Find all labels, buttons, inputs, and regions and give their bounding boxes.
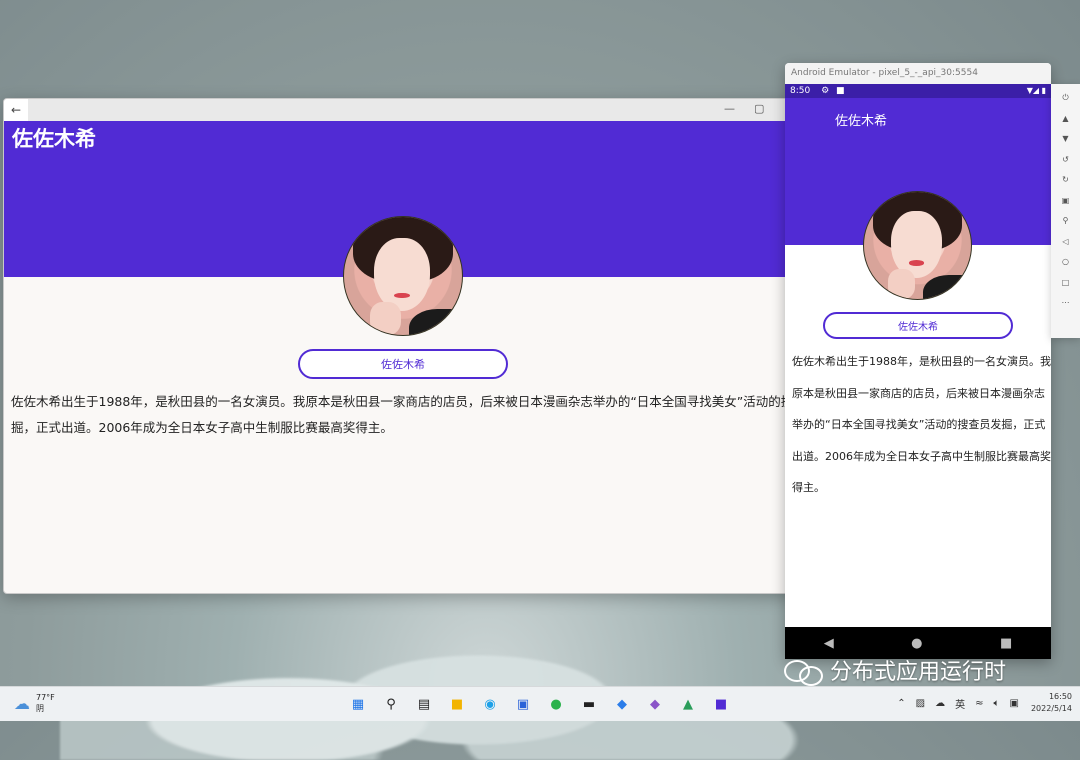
android-emulator-window: Android Emulator - pixel_5_-_api_30:5554… [785,63,1051,659]
back-icon[interactable]: ◁ [1062,232,1068,253]
back-arrow-icon[interactable]: ← [4,99,28,121]
maui-app-icon[interactable]: ■ [709,692,733,716]
back-triangle-icon[interactable]: ◀ [824,636,834,651]
minimize-icon[interactable]: — [724,102,735,115]
date: 2022/5/14 [1030,704,1072,713]
bio-line: 举办的“日本全国寻找美女”活动的搜查员发掘，正式 [792,418,1046,431]
rotate-left-icon[interactable]: ↺ [1062,150,1069,171]
clock[interactable]: 16:50 2022/5/14 [1031,691,1072,715]
emulator-bio-text: 佐佐木希出生于1988年，是秋田县的一名女演员。我 原本是秋田县一家商店的店员，… [792,346,1051,504]
store-icon[interactable]: ▣ [511,692,535,716]
bio-line: 出道。2006年成为全日本女子高中生制服比赛最高奖 [792,449,1051,463]
shield-icon[interactable]: ▨ [916,698,925,709]
maximize-icon[interactable]: ▢ [754,102,764,115]
status-time: 8:50 [790,86,811,96]
signal-battery-icons: ▼◢ ▮ [1026,86,1046,95]
more-icon[interactable]: ⋯ [1062,293,1070,314]
visual-studio-icon[interactable]: ◆ [643,692,667,716]
overview-icon[interactable]: □ [1062,273,1070,294]
home-icon[interactable]: ○ [1062,252,1069,273]
edge-icon[interactable]: ◉ [478,692,502,716]
time: 16:50 [1048,692,1072,701]
bio-text: 佐佐木希出生于1988年，是秋田县的一名女演员。我原本是秋田县一家商店的店员，后… [11,389,795,441]
volume-up-icon[interactable]: ▲ [1062,109,1068,130]
bio-line: 原本是秋田县一家商店的店员，后来被日本漫画杂志 [792,386,1045,400]
network-icon[interactable]: ▣ [1010,698,1019,709]
bio-line: 佐佐木希出生于1988年，是秋田县的一名女演员。我原本是秋田县一家商店的店员，后… [11,394,795,409]
notification-icon: ■ [836,86,845,96]
vscode-icon[interactable]: ◆ [610,692,634,716]
wifi-icon[interactable]: ≈ [975,698,983,709]
zoom-icon[interactable]: ⚲ [1063,211,1069,232]
weather-widget[interactable]: ☁ 77°F 阴 [14,692,55,714]
avatar [343,216,463,336]
ime-label[interactable]: 英 [955,696,965,711]
cloud-icon: ☁ [14,693,30,713]
status-bar: 8:50 ⚙ ■ ▼◢ ▮ [785,84,1051,98]
page-title: 佐佐木希 [12,127,96,151]
rotate-right-icon[interactable]: ↻ [1062,170,1069,191]
name-button[interactable]: 佐佐木希 [298,349,508,379]
weather-temp: 77°F [36,693,55,702]
chevron-up-icon[interactable]: ⌃ [897,698,905,709]
watermark-text: 分布式应用运行时 [830,660,1007,685]
camera-icon[interactable]: ▣ [1062,191,1070,212]
weather-desc: 阴 [36,704,44,713]
emulator-name-button[interactable]: 佐佐木希 [823,312,1013,339]
desktop-app-window: ← — ▢ 佐佐木希 佐佐木希 佐佐木希出生于1988年，是秋田县的一名女演员。… [3,98,795,594]
volume-down-icon[interactable]: ▼ [1062,129,1068,150]
onedrive-icon[interactable]: ☁ [935,698,945,709]
gear-icon: ⚙ [821,86,830,96]
bio-line: 佐佐木希出生于1988年，是秋田县的一名女演员。我 [792,355,1051,368]
taskbar-apps: ▦ ⚲ ▤ ■ ◉ ▣ ● ▬ ◆ ◆ ▲ ■ [346,692,742,716]
terminal-icon[interactable]: ▬ [577,692,601,716]
power-icon[interactable]: ⏻ [1062,88,1068,109]
emulator-titlebar: Android Emulator - pixel_5_-_api_30:5554 [785,63,1051,84]
wechat-icon [784,656,824,686]
emulator-app-title: 佐佐木希 [835,114,888,129]
recents-square-icon[interactable]: ■ [1000,636,1012,651]
home-circle-icon[interactable]: ● [911,636,922,651]
window-titlebar: ← — ▢ [4,99,794,121]
bio-line: 得主。 [792,481,825,494]
taskbar: ☁ 77°F 阴 ▦ ⚲ ▤ ■ ◉ ▣ ● ▬ ◆ ◆ ▲ ■ ⌃ ▨ ☁ 英… [0,686,1080,721]
speaker-icon[interactable]: 🔈︎ [994,698,1000,709]
watermark: 分布式应用运行时 [784,654,1006,686]
app-icon[interactable]: ▲ [676,692,700,716]
file-explorer-icon[interactable]: ■ [445,692,469,716]
wechat-app-icon[interactable]: ● [544,692,568,716]
emulator-avatar [863,191,972,300]
emulator-side-toolbar: ⏻ ▲ ▼ ↺ ↻ ▣ ⚲ ◁ ○ □ ⋯ [1051,84,1080,338]
bio-line: 掘，正式出道。2006年成为全日本女子高中生制服比赛最高奖得主。 [11,420,393,435]
search-icon[interactable]: ⚲ [379,692,403,716]
system-tray: ⌃ ▨ ☁ 英 ≈ 🔈︎ ▣ 16:50 2022/5/14 [887,691,1072,715]
task-view-icon[interactable]: ▤ [412,692,436,716]
start-icon[interactable]: ▦ [346,692,370,716]
